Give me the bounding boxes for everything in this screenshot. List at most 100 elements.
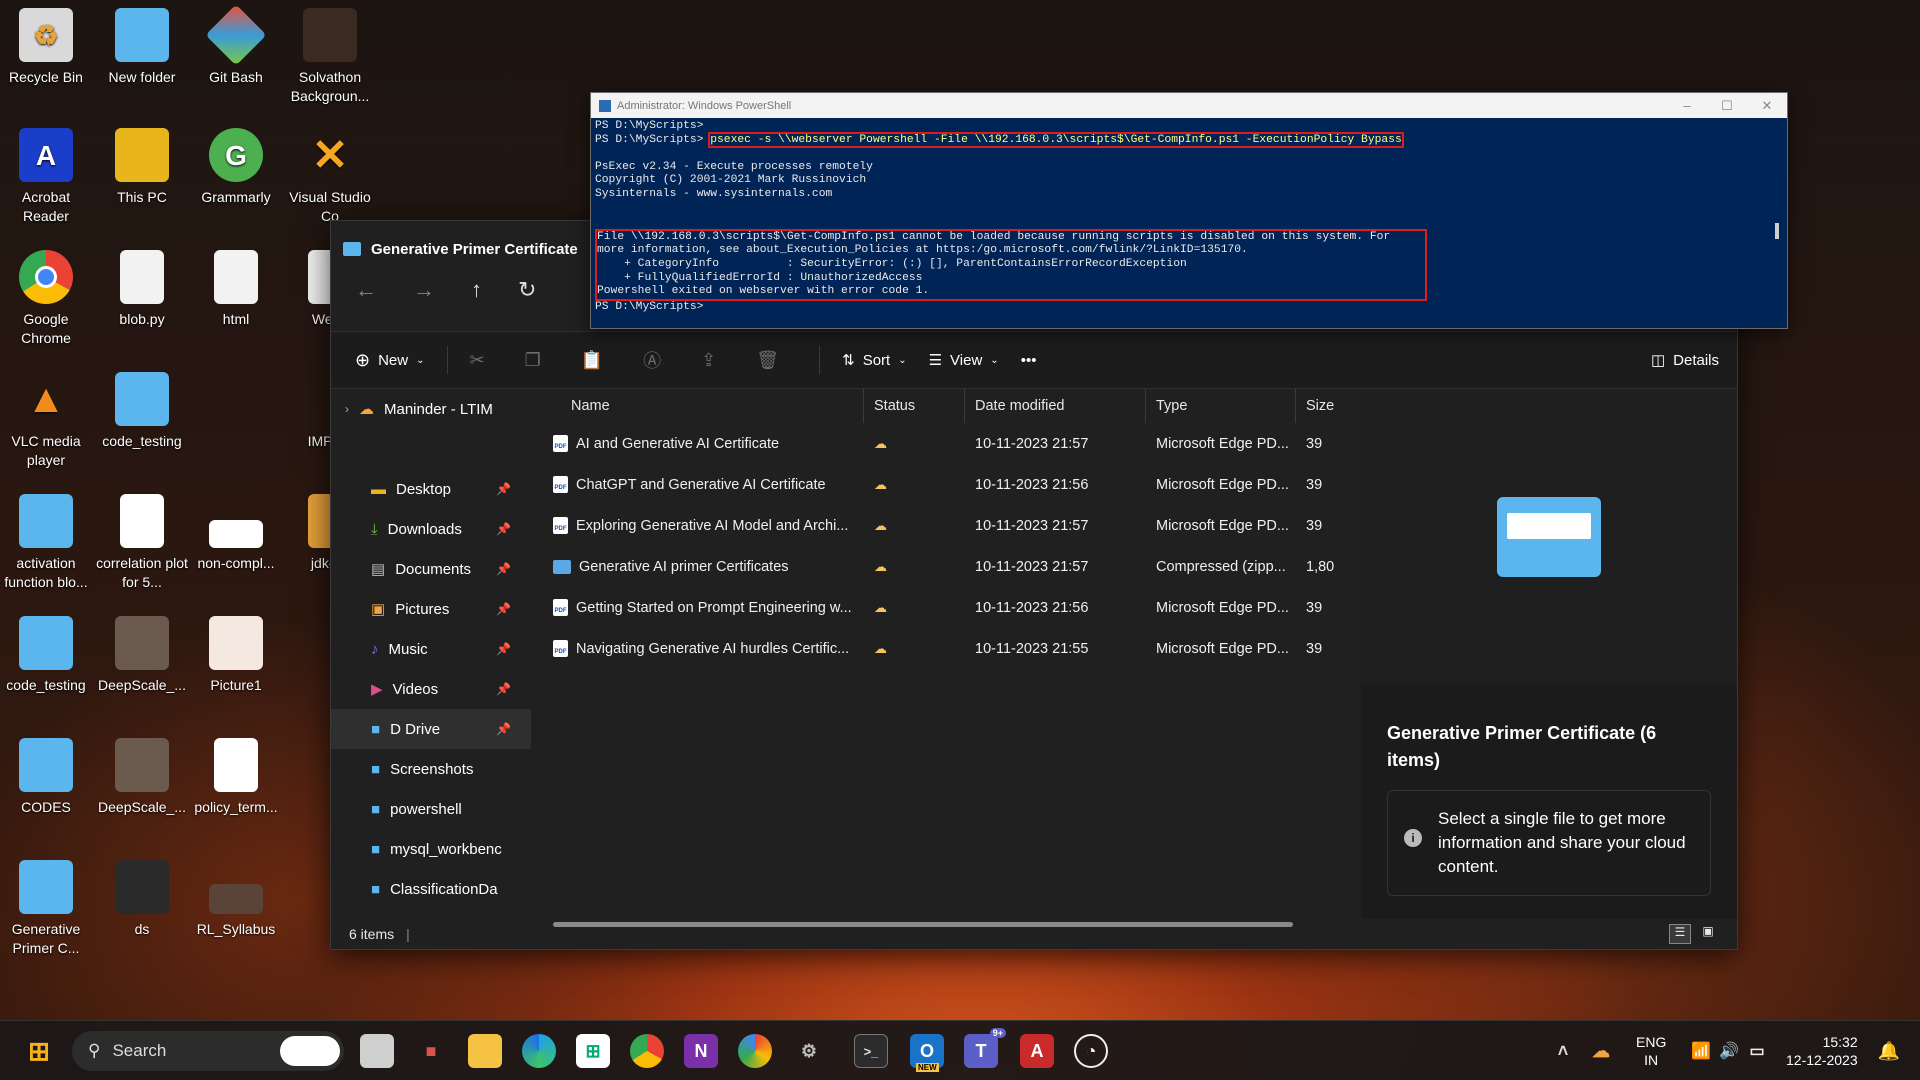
battery-icon[interactable]: ▭: [1740, 1034, 1774, 1068]
desktop-icon-grammarly[interactable]: G Grammarly: [190, 128, 282, 207]
column-header-date[interactable]: Date modified: [965, 389, 1146, 423]
language-indicator[interactable]: ENG IN: [1636, 1033, 1666, 1069]
desktop-icon-new-folder[interactable]: New folder: [96, 8, 188, 87]
chrome-icon[interactable]: [630, 1034, 664, 1068]
camera-app-icon[interactable]: ■: [414, 1034, 448, 1068]
column-header-type[interactable]: Type: [1146, 389, 1296, 423]
desktop-icon-rl-syllabus[interactable]: RL_Syllabus: [190, 860, 282, 939]
sidebar-item-documents[interactable]: ▤ Documents 📌: [331, 549, 531, 589]
column-header-name[interactable]: Name: [531, 389, 864, 423]
desktop-icon-correlation[interactable]: correlation plot for 5...: [96, 494, 188, 592]
sidebar-item-classification[interactable]: ■ ClassificationDa: [331, 869, 531, 909]
desktop-icon-acrobat[interactable]: A Acrobat Reader: [0, 128, 92, 226]
maximize-icon[interactable]: ☐: [1707, 98, 1747, 114]
file-row[interactable]: Generative AI primer Certificates ☁ 10-11-…: [531, 546, 1361, 587]
desktop-icon-policy-term[interactable]: policy_term...: [190, 738, 282, 817]
up-arrow-icon[interactable]: ↑: [471, 277, 482, 303]
refresh-icon[interactable]: ↻: [518, 277, 536, 303]
copy-icon[interactable]: ❐: [525, 350, 541, 371]
chrome-profile-icon[interactable]: [738, 1034, 772, 1068]
tab-generative-primer[interactable]: Generative Primer Certificate: [343, 229, 578, 269]
share-icon[interactable]: ⇪: [701, 350, 716, 371]
notification-bell-icon[interactable]: 🔔: [1872, 1034, 1906, 1068]
file-explorer-icon[interactable]: [468, 1034, 502, 1068]
sidebar-item-desktop[interactable]: ▬ Desktop 📌: [331, 469, 531, 509]
sort-button[interactable]: ⇅ Sort ⌄: [842, 351, 906, 370]
desktop-icon-blob-py[interactable]: blob.py: [96, 250, 188, 329]
desktop-icon-html[interactable]: html: [190, 250, 282, 329]
desktop-icon-code-testing-2[interactable]: code_testing: [0, 616, 92, 695]
sidebar-item-mysql[interactable]: ■ mysql_workbenc: [331, 829, 531, 869]
cut-icon[interactable]: ✂: [470, 350, 485, 371]
sidebar-item-videos[interactable]: ▶ Videos 📌: [331, 669, 531, 709]
desktop-icon-activation[interactable]: activation function blo...: [0, 494, 92, 592]
clock[interactable]: 15:32 12-12-2023: [1786, 1033, 1858, 1069]
desktop-icon-vscode[interactable]: ✕ Visual Studio Co: [284, 128, 376, 226]
desktop-icon-this-pc[interactable]: This PC: [96, 128, 188, 207]
cloud-status-icon: ☁: [874, 640, 887, 656]
file-row[interactable]: PDF Getting Started on Prompt Engineering…: [531, 587, 1361, 628]
file-row[interactable]: PDF Exploring Generative AI Model and Arc…: [531, 505, 1361, 546]
clock-app-icon[interactable]: ◔: [1074, 1034, 1108, 1068]
column-header-status[interactable]: Status: [864, 389, 965, 423]
sidebar-item-screenshots[interactable]: ■ Screenshots: [331, 749, 531, 789]
new-button[interactable]: ⊕ New ⌄: [355, 350, 425, 371]
minimize-icon[interactable]: –: [1667, 98, 1707, 114]
pin-icon: 📌: [496, 722, 511, 736]
file-row[interactable]: PDF AI and Generative AI Certificate ☁ 10-1…: [531, 423, 1361, 464]
rename-icon[interactable]: Ⓐ: [643, 347, 661, 373]
large-folder-icon: [1497, 496, 1601, 577]
task-view-icon[interactable]: [360, 1034, 394, 1068]
sidebar-item-d-drive[interactable]: ■ D Drive 📌: [331, 709, 531, 749]
teams-icon[interactable]: T 9+: [964, 1028, 1006, 1068]
desktop-icon-non-compl[interactable]: non-compl...: [190, 494, 282, 573]
delete-icon[interactable]: 🗑: [756, 350, 779, 371]
onedrive-cloud-icon[interactable]: ☁: [1584, 1034, 1618, 1068]
view-button[interactable]: ☰ View ⌄: [929, 351, 999, 370]
desktop-icon-deepscale-1[interactable]: DeepScale_...: [96, 616, 188, 695]
desktop-icon-picture1[interactable]: Picture1: [190, 616, 282, 695]
sidebar-item-downloads[interactable]: ⤓ Downloads 📌: [331, 509, 531, 549]
desktop-icon-deepscale-2[interactable]: DeepScale_...: [96, 738, 188, 817]
chevron-up-icon[interactable]: ˄: [1546, 1034, 1580, 1068]
chevron-down-icon: ⌄: [416, 354, 425, 366]
sidebar-item-powershell[interactable]: ■ powershell: [331, 789, 531, 829]
close-icon[interactable]: ✕: [1747, 98, 1787, 114]
back-arrow-icon[interactable]: ←: [355, 277, 377, 303]
store-icon[interactable]: ⊞: [576, 1034, 610, 1068]
cloud-status-icon: ☁: [874, 476, 887, 492]
desktop-icon-generative-primer[interactable]: Generative Primer C...: [0, 860, 92, 958]
more-options-button[interactable]: •••: [1021, 352, 1037, 369]
onenote-icon[interactable]: N: [684, 1034, 718, 1068]
details-button[interactable]: ◫ Details: [1650, 351, 1719, 370]
search-highlight-badge: [280, 1036, 340, 1066]
sidebar-item-pictures[interactable]: ▣ Pictures 📌: [331, 589, 531, 629]
details-view-icon[interactable]: ☰: [1669, 924, 1691, 944]
search-box[interactable]: ⚲ Search: [72, 1031, 344, 1071]
sidebar-item-onedrive[interactable]: › ☁ Maninder - LTIM: [331, 389, 531, 429]
desktop-icon-git-bash[interactable]: Git Bash: [190, 4, 282, 87]
desktop-icon-ds[interactable]: ds: [96, 860, 188, 939]
desktop-icon-recycle-bin[interactable]: ♻ Recycle Bin: [0, 8, 92, 87]
outlook-icon[interactable]: O NEW: [910, 1034, 944, 1072]
details-pane-icon: ◫: [1650, 352, 1666, 369]
file-row[interactable]: PDF ChatGPT and Generative AI Certificate…: [531, 464, 1361, 505]
terminal-icon[interactable]: >_: [854, 1034, 888, 1068]
console-scrollbar[interactable]: [1775, 223, 1779, 239]
edge-icon[interactable]: [522, 1034, 556, 1068]
console-output[interactable]: PS D:\MyScripts> PS D:\MyScripts> psexec …: [591, 118, 1787, 316]
sidebar-item-music[interactable]: ♪ Music 📌: [331, 629, 531, 669]
desktop-icon-code-testing[interactable]: code_testing: [96, 372, 188, 451]
desktop-icon-vlc[interactable]: ▲ VLC media player: [0, 372, 92, 470]
tiles-view-icon[interactable]: ▣: [1697, 924, 1719, 944]
file-row[interactable]: PDF Navigating Generative AI hurdles Cert…: [531, 628, 1361, 669]
settings-gear-icon[interactable]: ⚙: [792, 1034, 826, 1068]
forward-arrow-icon[interactable]: →: [413, 277, 435, 303]
desktop-icon-solvathon[interactable]: Solvathon Backgroun...: [284, 8, 376, 106]
start-windows-icon[interactable]: ⊞: [22, 1034, 56, 1068]
pdf-reader-icon[interactable]: A: [1020, 1034, 1054, 1068]
column-header-size[interactable]: Size: [1296, 389, 1361, 423]
desktop-icon-chrome[interactable]: Google Chrome: [0, 250, 92, 348]
paste-icon[interactable]: 📋: [581, 350, 603, 371]
desktop-icon-codes[interactable]: CODES: [0, 738, 92, 817]
